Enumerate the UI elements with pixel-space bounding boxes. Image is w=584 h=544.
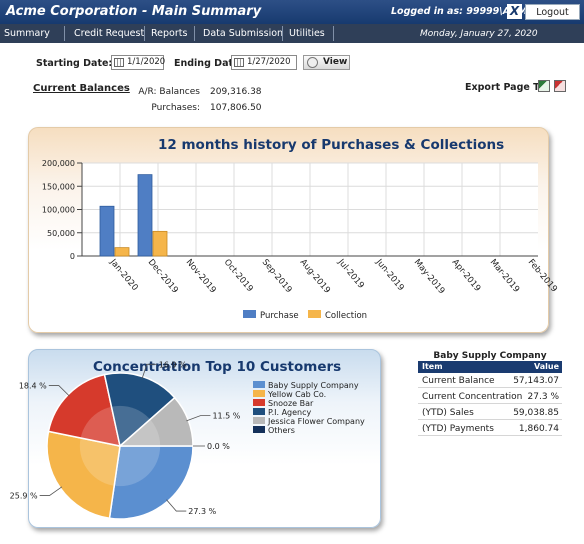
slice-label: 27.3 %	[188, 507, 216, 516]
legend-label: P.I. Agency	[268, 408, 312, 417]
legend-swatch	[253, 408, 265, 415]
label-leader	[39, 486, 63, 496]
slice-label: 18.4 %	[19, 382, 47, 391]
customer-name: Baby Supply Company	[433, 351, 547, 361]
legend-swatch	[253, 417, 265, 424]
pie-chart: 27.3 % 25.9 % 18.4 % 16.9 % 11.5 % 0.0 % Baby …	[10, 360, 365, 520]
table-header: Item Value	[418, 361, 562, 373]
row-value: 57,143.07	[513, 376, 559, 386]
legend-label: Others	[268, 426, 295, 435]
slice-label: 16.9 %	[159, 360, 187, 369]
legend-label: Yellow Cab Co.	[267, 390, 326, 399]
legend-swatch	[253, 381, 265, 388]
slice-label: 11.5 %	[212, 412, 240, 421]
legend-swatch	[253, 390, 265, 397]
slice-label: 0.0 %	[207, 442, 230, 451]
table-row: (YTD) Sales 59,038.85	[418, 405, 562, 420]
pie-highlight	[79, 405, 161, 487]
label-leader	[186, 415, 211, 422]
row-value: 1,860.74	[518, 424, 559, 434]
table-row: (YTD) Payments 1,860.74	[418, 421, 562, 436]
row-item: Current Concentration	[422, 392, 523, 402]
legend-label: Baby Supply Company	[268, 381, 359, 390]
row-item: (YTD) Payments	[422, 424, 494, 434]
row-value: 59,038.85	[513, 408, 559, 418]
legend-label: Jessica Flower Company	[267, 417, 365, 426]
label-leader	[48, 385, 70, 397]
table-row: Current Balance 57,143.07	[418, 373, 562, 388]
legend-swatch	[253, 426, 265, 433]
table-row: Current Concentration 27.3 %	[418, 389, 562, 404]
legend-swatch	[253, 399, 265, 406]
legend-label: Snooze Bar	[268, 399, 314, 408]
slice-label: 25.9 %	[10, 491, 38, 500]
row-value: 27.3 %	[527, 392, 559, 402]
row-item: (YTD) Sales	[422, 408, 474, 418]
header-item: Item	[422, 362, 443, 371]
header-value: Value	[533, 362, 559, 371]
label-leader	[166, 499, 187, 512]
row-item: Current Balance	[422, 376, 495, 386]
